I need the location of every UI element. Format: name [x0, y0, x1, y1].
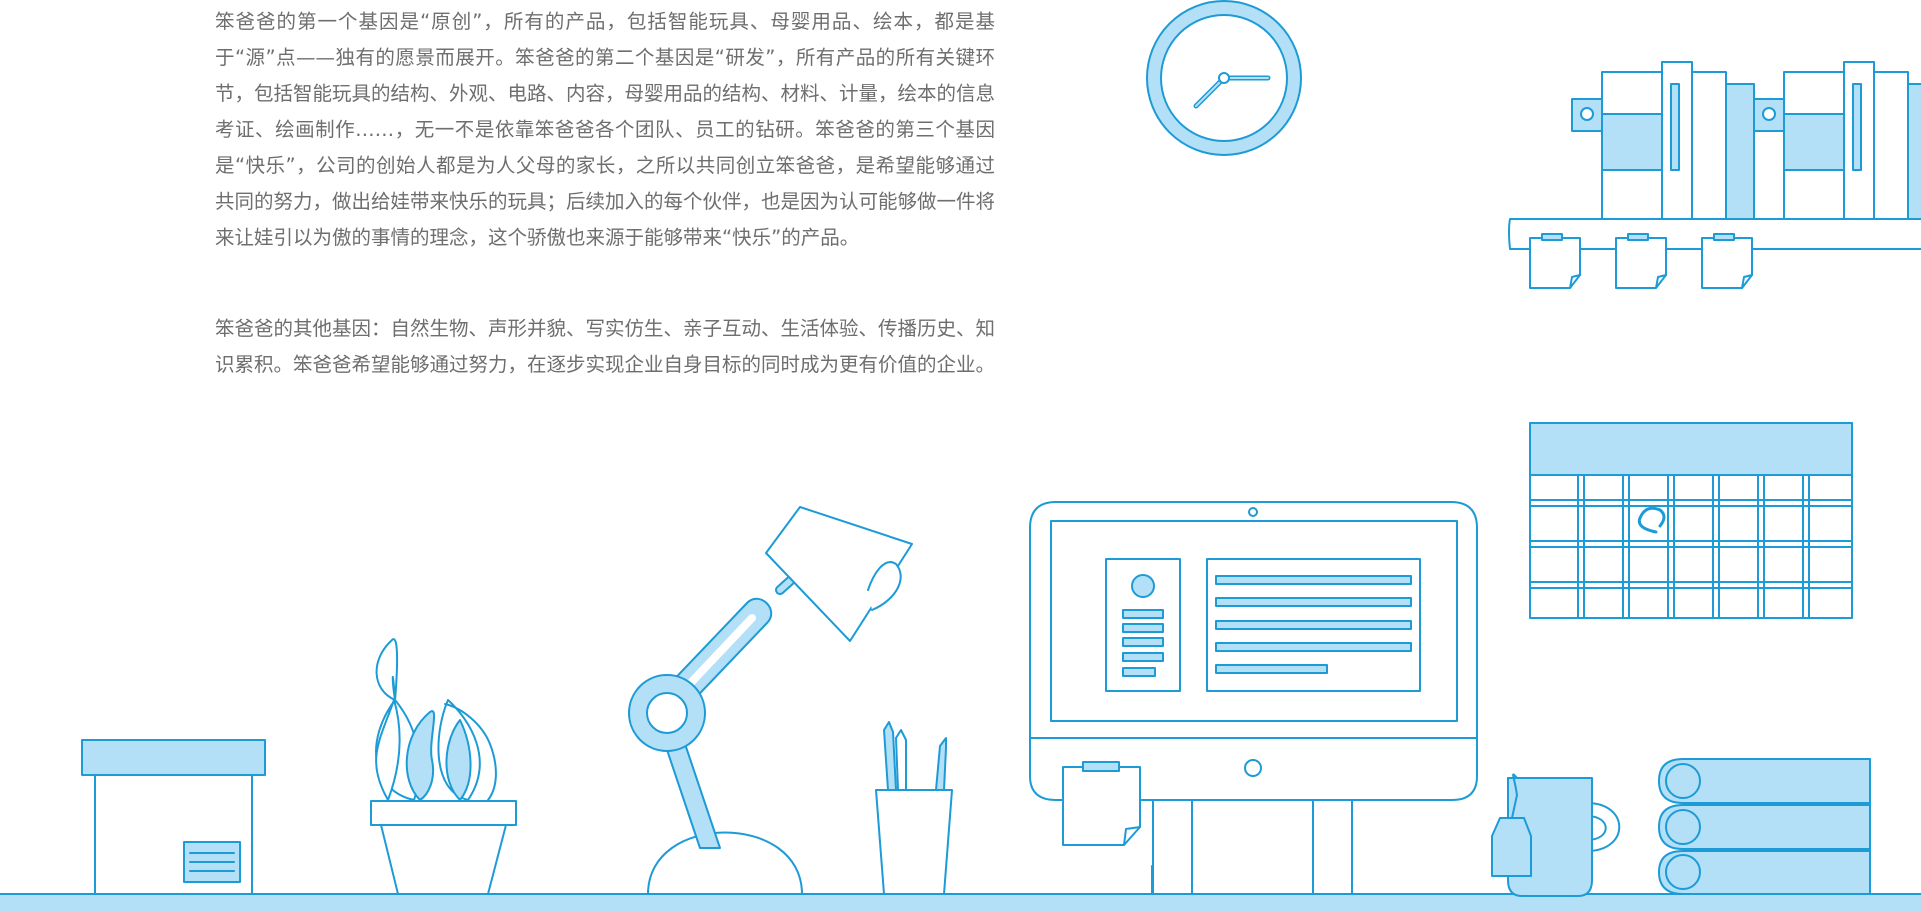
wall-clock-icon [1146, 0, 1302, 156]
storage-box-icon [81, 739, 266, 895]
tea-mug-icon [1491, 773, 1621, 897]
pencil-cup-icon [875, 721, 953, 895]
sticky-notes-icon [1529, 233, 1753, 289]
desk-surface [0, 893, 1921, 911]
calendar-icon [1529, 422, 1853, 619]
sticky-note-icon [1062, 761, 1141, 846]
about-page: 笨爸爸的第一个基因是“原创”，所有的产品，包括智能玩具、母婴用品、绘本，都是基于… [0, 0, 1921, 911]
desk-lamp-icon [628, 506, 913, 895]
potted-plant-icon [370, 638, 517, 895]
book-stack-icon [1658, 758, 1871, 895]
bookshelf-icon [1508, 61, 1921, 250]
office-illustration [0, 0, 1921, 911]
